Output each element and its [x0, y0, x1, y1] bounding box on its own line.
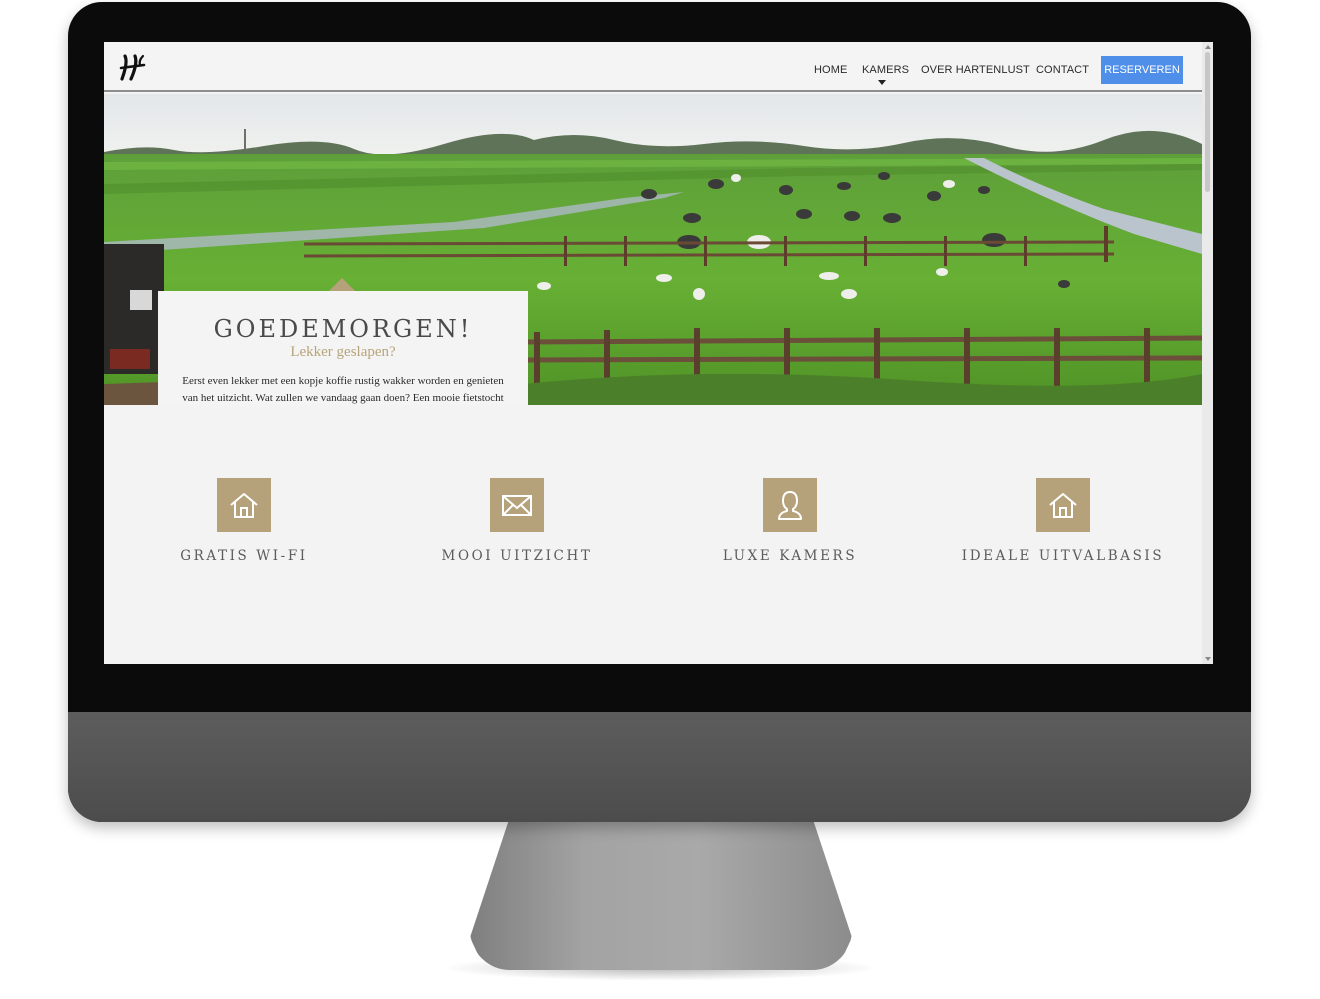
feature-ideale-uitvalbasis: IDEALE UITVALBASIS — [943, 478, 1183, 564]
chevron-down-icon[interactable] — [878, 80, 886, 85]
monitor-chin — [68, 712, 1251, 822]
nav-contact[interactable]: CONTACT — [1036, 64, 1089, 76]
scroll-down-arrow-icon[interactable] — [1205, 657, 1211, 661]
feature-icon-box — [490, 478, 544, 532]
person-icon — [778, 491, 802, 520]
hero-banner: GOEDEMORGEN! Lekker geslapen? Eerst even… — [104, 94, 1202, 405]
feature-label: MOOI UITZICHT — [441, 548, 593, 564]
hero-subtitle: Lekker geslapen? — [290, 344, 396, 360]
hero-title: GOEDEMORGEN! — [213, 315, 473, 343]
home-icon — [230, 493, 258, 518]
nav-over-hartenlust[interactable]: OVER HARTENLUST — [921, 64, 1030, 76]
site-header: HOME KAMERS OVER HARTENLUST CONTACT RESE… — [104, 42, 1202, 92]
feature-label: GRATIS WI-FI — [180, 548, 308, 564]
feature-icon-box — [217, 478, 271, 532]
feature-icon-box — [763, 478, 817, 532]
page-scrollbar[interactable] — [1202, 42, 1213, 664]
hero-body-text: Eerst even lekker met een kopje koffie r… — [182, 375, 504, 404]
home-icon — [1049, 493, 1077, 518]
reserveren-button[interactable]: RESERVEREN — [1101, 56, 1183, 84]
feature-mooi-uitzicht: MOOI UITZICHT — [397, 478, 637, 564]
website-screen: HOME KAMERS OVER HARTENLUST CONTACT RESE… — [104, 42, 1213, 664]
envelope-icon — [502, 495, 532, 516]
feature-label: IDEALE UITVALBASIS — [961, 548, 1165, 564]
feature-gratis-wifi: GRATIS WI-FI — [124, 478, 364, 564]
feature-label: LUXE KAMERS — [722, 548, 858, 564]
scrollbar-thumb[interactable] — [1205, 52, 1210, 192]
nav-kamers[interactable]: KAMERS — [862, 64, 909, 76]
monitor-stand — [470, 822, 852, 970]
nav-home[interactable]: HOME — [814, 64, 847, 76]
scroll-up-arrow-icon[interactable] — [1205, 45, 1211, 49]
feature-luxe-kamers: LUXE KAMERS — [670, 478, 910, 564]
main-nav: HOME KAMERS OVER HARTENLUST CONTACT RESE… — [104, 56, 1202, 85]
hero-card: GOEDEMORGEN! Lekker geslapen? Eerst even… — [158, 291, 528, 405]
feature-icon-box — [1036, 478, 1090, 532]
